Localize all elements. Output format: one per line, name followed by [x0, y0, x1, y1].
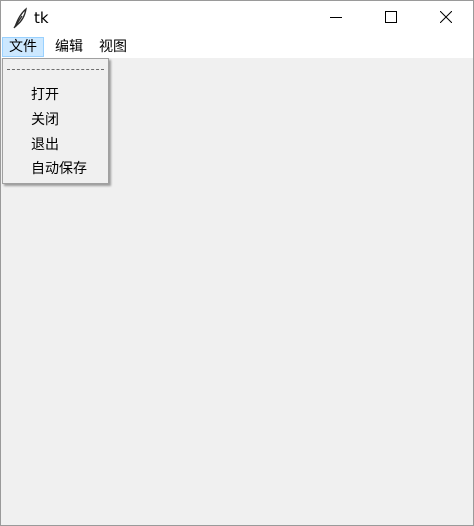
close-button[interactable] — [423, 1, 469, 33]
menu-item-exit[interactable]: 退出 — [4, 133, 107, 157]
menu-view[interactable]: 视图 — [93, 37, 133, 57]
menu-edit[interactable]: 编辑 — [49, 37, 89, 57]
feather-icon — [11, 7, 29, 29]
title-bar[interactable]: tk — [1, 1, 473, 35]
menu-item-autosave[interactable]: 自动保存 — [4, 157, 107, 181]
maximize-icon — [385, 11, 397, 23]
window-title: tk — [34, 9, 49, 27]
maximize-button[interactable] — [368, 1, 414, 33]
menu-bar: 文件 编辑 视图 — [1, 36, 473, 58]
menu-item-open[interactable]: 打开 — [4, 83, 107, 107]
minimize-button[interactable] — [313, 1, 359, 33]
menu-file[interactable]: 文件 — [2, 37, 44, 57]
file-dropdown-menu: 打开 关闭 退出 自动保存 — [2, 58, 109, 184]
minimize-icon — [330, 11, 342, 23]
app-window: tk 文件 编辑 视图 打开 关闭 退出 自动保存 — [0, 0, 474, 526]
tearoff-line[interactable] — [7, 69, 104, 70]
menu-item-close[interactable]: 关闭 — [4, 108, 107, 132]
close-icon — [440, 11, 452, 23]
